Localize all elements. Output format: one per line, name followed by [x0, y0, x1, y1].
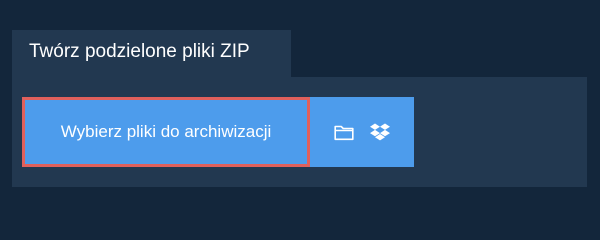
- source-buttons: [310, 97, 414, 167]
- choose-files-label: Wybierz pliki do archiwizacji: [60, 122, 272, 141]
- choose-files-button[interactable]: Wybierz pliki do archiwizacji: [22, 97, 310, 167]
- app-root: Twórz podzielone pliki ZIP Wybierz pliki…: [0, 0, 600, 230]
- tab-create-split-zip[interactable]: Twórz podzielone pliki ZIP: [12, 30, 291, 77]
- dropbox-icon[interactable]: [369, 121, 391, 143]
- tab-label: Twórz podzielone pliki ZIP: [29, 41, 250, 62]
- folder-icon[interactable]: [333, 121, 355, 143]
